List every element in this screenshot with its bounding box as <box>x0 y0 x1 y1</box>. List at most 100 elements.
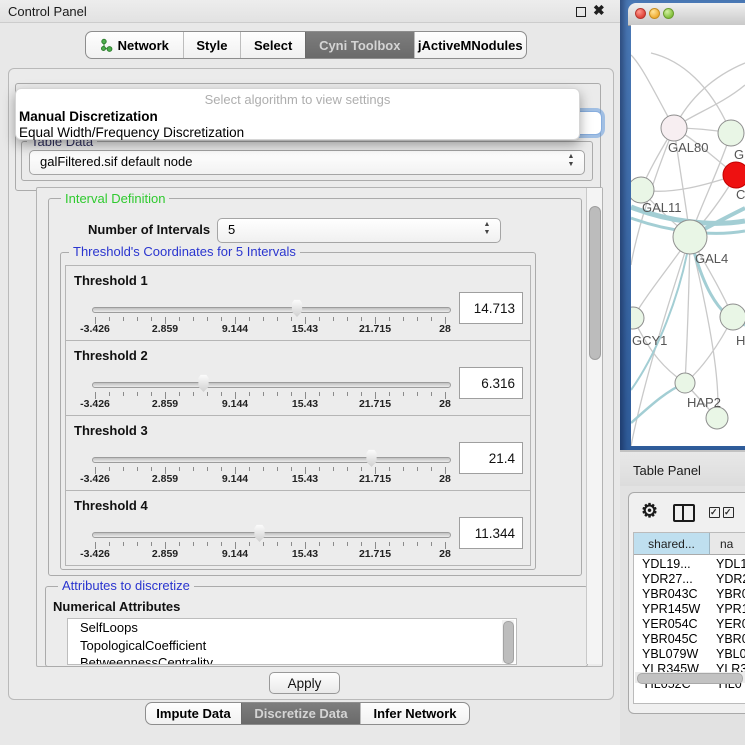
threshold-value-field[interactable]: 6.316 <box>459 367 523 399</box>
slider-tick-mark <box>417 317 418 321</box>
slider-tick-mark <box>361 467 362 471</box>
algorithm-dropdown-popup: Select algorithm to view settings Manual… <box>15 88 580 140</box>
float-window-icon[interactable] <box>576 7 586 17</box>
tab-cyni-toolbox[interactable]: Cyni Toolbox <box>305 32 414 58</box>
checkbox-icon[interactable]: ✓ <box>709 507 720 518</box>
numerical-attributes-list: SelfLoops TopologicalCoefficient Between… <box>67 618 517 665</box>
list-item[interactable]: TopologicalCoefficient <box>68 637 516 655</box>
GAL80-node[interactable] <box>661 115 687 141</box>
GCY1-node[interactable] <box>631 307 644 329</box>
table-scrollbar-thumb[interactable] <box>637 673 743 684</box>
GAL4-node[interactable] <box>673 220 707 254</box>
popup-item-manual-discretization[interactable]: Manual Discretization <box>19 109 158 124</box>
slider-tick-mark <box>179 542 180 546</box>
slider-tick-mark <box>277 392 278 396</box>
slider-tick-mark <box>431 392 432 396</box>
threshold-label: Threshold 3 <box>74 423 148 438</box>
table-cell[interactable]: YDL19... <box>642 557 708 572</box>
tab-select[interactable]: Select <box>240 32 305 58</box>
slider-tick-mark <box>291 317 292 321</box>
slider-tick-mark <box>193 317 194 321</box>
number-of-intervals-combobox[interactable]: 5 ▲▼ <box>217 218 501 243</box>
slider-tick-mark <box>151 392 152 396</box>
table-cell[interactable]: YBL079W <box>642 647 708 662</box>
red-node[interactable] <box>723 162 745 188</box>
threshold-value-field[interactable]: 21.4 <box>459 442 523 474</box>
apply-button[interactable]: Apply <box>269 672 340 694</box>
slider-tick-mark <box>277 467 278 471</box>
table-cell[interactable]: YDR2 <box>716 572 745 587</box>
combo-spinner-icon[interactable]: ▲▼ <box>482 221 492 237</box>
table-panel: ⚙ ✓ ✓ shared... na YDL19...YDL1YDR27...Y… <box>628 492 745 714</box>
network-window-titlebar[interactable] <box>628 3 745 26</box>
table-cell[interactable]: YER054C <box>642 617 708 632</box>
slider-tick-mark <box>249 467 250 471</box>
column-header-shared-name[interactable]: shared... <box>634 533 710 555</box>
popup-item-equal-width-frequency[interactable]: Equal Width/Frequency Discretization <box>19 125 244 140</box>
slider-tick-mark <box>333 392 334 396</box>
table-cell[interactable]: YBR045C <box>642 632 708 647</box>
slider-tick-mark <box>179 317 180 321</box>
table-cell[interactable]: YER0 <box>716 617 745 632</box>
table-horizontal-scrollbar[interactable] <box>635 672 745 683</box>
table-cell[interactable]: YBL0 <box>716 647 745 662</box>
table-cell[interactable]: YPR145W <box>642 602 708 617</box>
threshold-box: Threshold 2-3.4262.8599.14415.4321.71528… <box>65 340 531 416</box>
list-scrollbar[interactable] <box>502 620 514 663</box>
slider-tick-mark <box>151 542 152 546</box>
minimize-traffic-light-icon[interactable] <box>649 8 660 19</box>
partial-node[interactable] <box>706 407 728 429</box>
slider-track[interactable] <box>92 382 451 388</box>
table-cell[interactable]: YPR1 <box>716 602 745 617</box>
columns-icon[interactable] <box>673 504 695 522</box>
slider-tick-mark <box>137 467 138 471</box>
table-data-combobox[interactable]: galFiltered.sif default node ▲▼ <box>29 150 585 175</box>
axis-tick-label: 2.859 <box>140 548 190 560</box>
threshold-value-field[interactable]: 14.713 <box>459 292 523 324</box>
table-cell[interactable]: YBR0 <box>716 632 745 647</box>
slider-tick-mark <box>361 392 362 396</box>
HAP2-node[interactable] <box>675 373 695 393</box>
checkbox-icon[interactable]: ✓ <box>723 507 734 518</box>
H-node[interactable] <box>720 304 745 330</box>
slider-tick-mark <box>123 392 124 396</box>
top-right-node[interactable] <box>718 120 744 146</box>
tab-network[interactable]: Network <box>86 32 183 58</box>
slider-track[interactable] <box>92 532 451 538</box>
tab-impute-data[interactable]: Impute Data <box>146 703 241 724</box>
close-traffic-light-icon[interactable] <box>635 8 646 19</box>
combo-spinner-icon[interactable]: ▲▼ <box>566 153 576 169</box>
slider-tick-mark <box>319 392 320 396</box>
zoom-traffic-light-icon[interactable] <box>663 8 674 19</box>
panel-scrollbar-thumb[interactable] <box>589 206 601 360</box>
axis-tick-label: 15.43 <box>280 548 330 560</box>
list-item[interactable]: BetweennessCentrality <box>68 654 516 665</box>
slider-tick-mark <box>221 542 222 546</box>
table-cell[interactable]: YBR043C <box>642 587 708 602</box>
close-icon[interactable]: ✖ <box>593 2 605 19</box>
list-item[interactable]: SelfLoops <box>68 619 516 637</box>
slider-tick-mark <box>151 467 152 471</box>
node-label: HAP2 <box>687 395 721 410</box>
gear-icon[interactable]: ⚙ <box>641 500 658 523</box>
slider-track[interactable] <box>92 307 451 313</box>
threshold-value-field[interactable]: 11.344 <box>459 517 523 549</box>
table-cell[interactable]: YDL1 <box>716 557 745 572</box>
column-header-name[interactable]: na <box>710 533 745 555</box>
tab-jactivemnodules[interactable]: jActiveMNodules <box>414 32 526 58</box>
tab-discretize-data[interactable]: Discretize Data <box>241 703 360 724</box>
tab-impute-data-label: Impute Data <box>156 706 230 721</box>
table-cell[interactable]: YBR0 <box>716 587 745 602</box>
table-cell[interactable]: YDR27... <box>642 572 708 587</box>
panel-scrollbar[interactable] <box>586 188 602 664</box>
cytoscape-desktop: GAL80GCGAL11GAL4GCY1HHAP2 <box>620 0 745 450</box>
tab-style[interactable]: Style <box>183 32 241 58</box>
slider-tick-mark <box>333 317 334 321</box>
network-canvas[interactable]: GAL80GCGAL11GAL4GCY1HHAP2 <box>631 25 745 446</box>
slider-tick-mark <box>263 392 264 396</box>
slider-tick-mark <box>263 467 264 471</box>
slider-tick-mark <box>431 317 432 321</box>
slider-track[interactable] <box>92 457 451 463</box>
list-scrollbar-thumb[interactable] <box>503 621 514 664</box>
tab-infer-network[interactable]: Infer Network <box>360 703 469 724</box>
